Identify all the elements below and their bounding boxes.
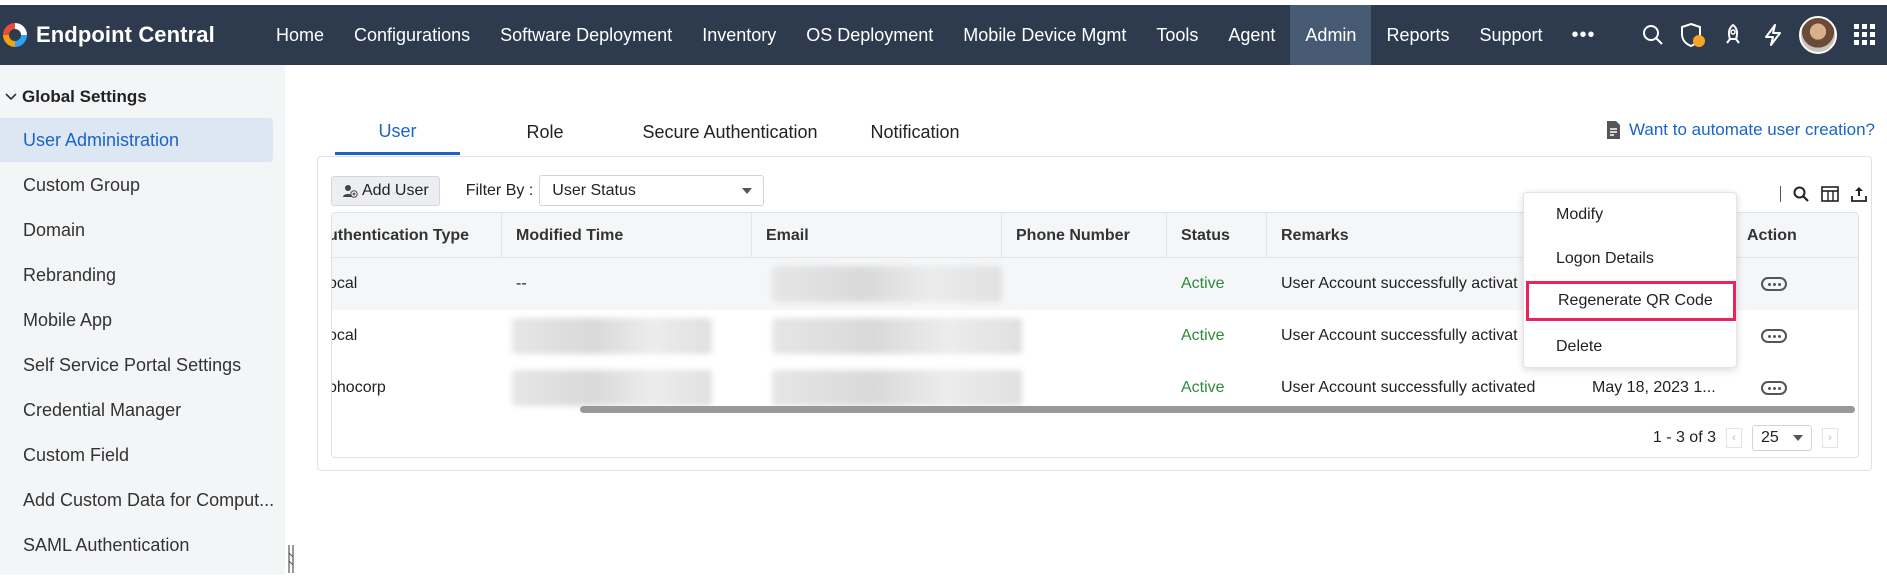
avatar-image (1799, 16, 1837, 54)
user-status-filter-select[interactable]: User Status (539, 175, 765, 206)
add-user-icon (343, 184, 358, 198)
row-action-menu: Modify Logon Details Regenerate QR Code … (1523, 192, 1737, 368)
tab-secure-authentication[interactable]: Secure Authentication (630, 110, 830, 155)
menu-item-regenerate-qr-code[interactable]: Regenerate QR Code (1526, 281, 1736, 321)
sidebar-group-global-settings[interactable]: Global Settings (0, 87, 147, 107)
caret-down-icon (742, 187, 753, 194)
chevron-down-icon (0, 93, 22, 101)
column-header-email[interactable]: Email (752, 213, 1002, 258)
user-avatar[interactable] (1793, 5, 1843, 65)
app-name: Endpoint Central (36, 22, 215, 47)
sidebar-item-custom-group[interactable]: Custom Group (0, 163, 273, 207)
email-redacted (772, 318, 1022, 354)
sidebar-item-custom-field[interactable]: Custom Field (0, 433, 273, 477)
column-header-authentication-type[interactable]: uthentication Type (332, 213, 502, 258)
nav-inventory[interactable]: Inventory (687, 5, 791, 65)
shield-alert-icon[interactable] (1673, 5, 1713, 65)
menu-item-logon-details[interactable]: Logon Details (1524, 239, 1738, 279)
pagination-range: 1 - 3 of 3 (1652, 429, 1716, 446)
email-redacted (772, 370, 1022, 406)
column-chooser-icon[interactable] (1821, 186, 1839, 202)
modified-time-redacted (512, 318, 712, 354)
nav-tools[interactable]: Tools (1141, 5, 1213, 65)
cell-modified-time: -- (516, 275, 527, 292)
nav-software-deployment[interactable]: Software Deployment (485, 5, 687, 65)
column-header-modified-time[interactable]: Modified Time (502, 213, 752, 258)
table-search-icon[interactable] (1793, 186, 1809, 202)
column-header-status[interactable]: Status (1167, 213, 1267, 258)
row-actions-button[interactable] (1747, 310, 1807, 362)
cell-remarks: User Account successfully activat (1281, 327, 1518, 344)
automate-link-label: Want to automate user creation? (1628, 120, 1875, 139)
endpoint-central-logo-icon (3, 23, 27, 47)
app-grid-icon[interactable] (1843, 5, 1887, 65)
tab-user[interactable]: User (335, 110, 460, 155)
nav-mobile-device-mgmt[interactable]: Mobile Device Mgmt (948, 5, 1141, 65)
cell-remarks: User Account successfully activat (1281, 275, 1518, 292)
sidebar-item-saml-authentication[interactable]: SAML Authentication (0, 523, 273, 567)
rocket-icon[interactable] (1713, 5, 1753, 65)
cell-status: Active (1181, 275, 1225, 292)
filter-by-label: Filter By : (465, 181, 534, 199)
menu-item-modify[interactable]: Modify (1524, 195, 1738, 235)
previous-page-icon[interactable]: ‹ (1726, 428, 1742, 448)
sidebar-resize-handle[interactable] (287, 545, 295, 573)
nav-home[interactable]: Home (261, 5, 339, 65)
table-tools (1780, 186, 1867, 202)
cell-auth-type: ocal (332, 327, 358, 344)
email-redacted (772, 266, 1002, 302)
document-edit-icon (1606, 121, 1620, 139)
more-options-icon (1761, 329, 1787, 343)
top-navigation-bar: Endpoint Central Home Configurations Sof… (0, 0, 1887, 65)
cell-auth-type: ocal (332, 275, 358, 292)
nav-agent[interactable]: Agent (1213, 5, 1290, 65)
sidebar-item-mobile-app[interactable]: Mobile App (0, 298, 273, 342)
tab-role[interactable]: Role (460, 110, 630, 155)
sidebar-item-self-service-portal[interactable]: Self Service Portal Settings (0, 343, 273, 387)
sidebar-item-user-administration[interactable]: User Administration (0, 118, 273, 162)
horizontal-scrollbar[interactable] (580, 406, 1855, 413)
sidebar-item-credential-manager[interactable]: Credential Manager (0, 388, 273, 432)
lightning-icon[interactable] (1753, 5, 1793, 65)
search-icon[interactable] (1633, 5, 1673, 65)
sidebar-item-domain[interactable]: Domain (0, 208, 273, 252)
more-options-icon (1761, 277, 1787, 291)
add-user-button[interactable]: Add User (331, 175, 440, 206)
users-toolbar: Add User Filter By : User Status (331, 175, 765, 206)
caret-down-icon (1793, 435, 1803, 441)
divider (1780, 186, 1781, 202)
user-admin-tabs: User Role Secure Authentication Notifica… (335, 110, 1000, 155)
brand[interactable]: Endpoint Central (0, 5, 245, 65)
row-actions-button[interactable] (1747, 258, 1807, 310)
page-size-value: 25 (1761, 429, 1779, 446)
sidebar-group-label: Global Settings (22, 87, 147, 106)
column-header-phone-number[interactable]: Phone Number (1002, 213, 1167, 258)
nav-more-icon[interactable]: ••• (1558, 5, 1610, 65)
nav-os-deployment[interactable]: OS Deployment (791, 5, 948, 65)
main-nav: Home Configurations Software Deployment … (261, 5, 1610, 65)
tab-notification[interactable]: Notification (830, 110, 1000, 155)
column-header-action: Action (1732, 213, 1858, 258)
nav-reports[interactable]: Reports (1371, 5, 1464, 65)
next-page-icon[interactable]: › (1822, 428, 1838, 448)
top-icons (1633, 5, 1887, 65)
cell-status: Active (1181, 327, 1225, 344)
add-user-label: Add User (362, 181, 429, 199)
nav-configurations[interactable]: Configurations (339, 5, 485, 65)
cell-auth-type: ohocorp (331, 379, 386, 396)
nav-support[interactable]: Support (1464, 5, 1557, 65)
sidebar: Global Settings User Administration Cust… (0, 65, 285, 575)
automate-user-creation-link[interactable]: Want to automate user creation? (1605, 120, 1875, 140)
export-icon[interactable] (1851, 186, 1867, 202)
nav-admin[interactable]: Admin (1290, 5, 1372, 65)
sidebar-item-add-custom-data[interactable]: Add Custom Data for Comput... (0, 478, 273, 522)
sidebar-item-rebranding[interactable]: Rebranding (0, 253, 273, 297)
modified-time-redacted (512, 370, 712, 406)
more-options-icon (1761, 381, 1787, 395)
menu-item-delete[interactable]: Delete (1524, 327, 1738, 367)
filter-select-value: User Status (552, 181, 636, 199)
page-size-select[interactable]: 25 (1752, 425, 1812, 451)
pagination: 1 - 3 of 3 ‹ 25 › (1653, 425, 1838, 451)
